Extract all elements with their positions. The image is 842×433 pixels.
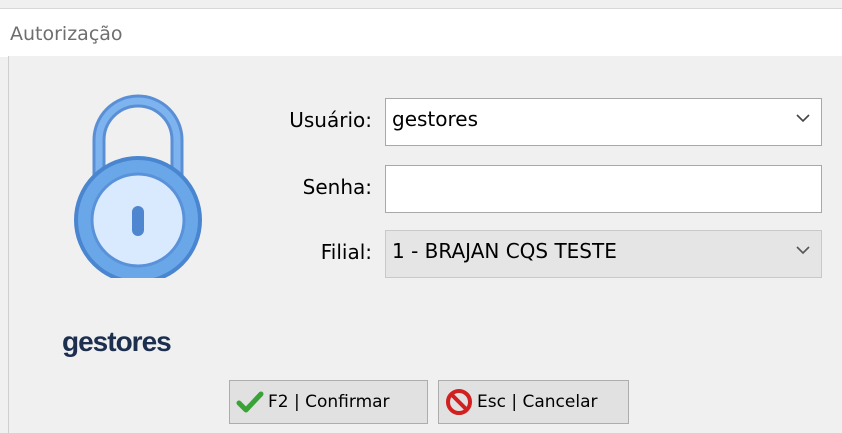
password-label: Senha: bbox=[302, 175, 372, 199]
confirm-label: F2 | Confirmar bbox=[268, 392, 390, 412]
chevron-down-icon[interactable] bbox=[795, 243, 811, 257]
window-title: Autorização bbox=[10, 23, 123, 45]
prohibited-icon bbox=[446, 389, 472, 415]
padlock-icon bbox=[74, 94, 202, 278]
auth-window: Autorização gestores Usuário: gestores S… bbox=[0, 0, 842, 433]
confirm-button[interactable]: F2 | Confirmar bbox=[229, 380, 428, 424]
branch-value: 1 - BRAJAN CQS TESTE bbox=[392, 239, 617, 263]
title-bar: Autorização bbox=[0, 8, 842, 57]
lock-username-label: gestores bbox=[62, 326, 172, 357]
cancel-button[interactable]: Esc | Cancelar bbox=[438, 380, 629, 424]
user-combobox[interactable]: gestores bbox=[385, 98, 822, 146]
cancel-label: Esc | Cancelar bbox=[477, 392, 598, 412]
password-field[interactable] bbox=[385, 165, 822, 213]
chevron-down-icon[interactable] bbox=[795, 111, 811, 125]
branch-label: Filial: bbox=[320, 240, 372, 264]
checkmark-icon bbox=[236, 391, 264, 413]
user-label: Usuário: bbox=[289, 108, 372, 132]
user-value: gestores bbox=[392, 107, 479, 131]
branch-combobox[interactable]: 1 - BRAJAN CQS TESTE bbox=[385, 230, 822, 278]
